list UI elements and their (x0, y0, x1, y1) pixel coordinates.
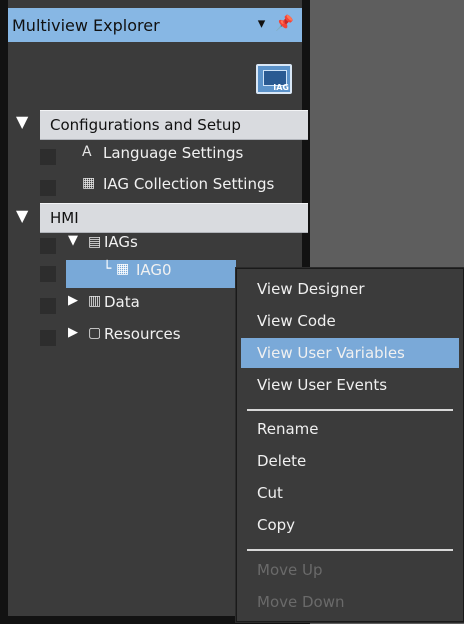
titlebar-controls: ▾ 📌 (258, 14, 294, 32)
app-frame: Multiview Explorer ▾ 📌 IAG ▼ Configurati… (0, 0, 464, 624)
expand-triangle-icon[interactable]: ▶ (68, 325, 78, 340)
iag-icon: ▦ (116, 261, 130, 277)
menu-separator (247, 549, 453, 551)
section-hmi[interactable]: HMI (40, 203, 308, 233)
chevron-down-icon[interactable]: ▾ (258, 14, 266, 32)
toolbar-icon-label: IAG (273, 83, 289, 92)
menu-item-move-down[interactable]: Move Down (257, 593, 345, 611)
tree-checkbox[interactable] (40, 266, 56, 282)
panel-title: Multiview Explorer (12, 16, 160, 35)
panel-border-left (0, 0, 8, 624)
pin-icon[interactable]: 📌 (275, 14, 294, 32)
menu-item-view-user-events[interactable]: View User Events (257, 376, 387, 394)
resources-icon: ▢ (88, 325, 102, 341)
menu-separator (247, 409, 453, 411)
menu-item-delete[interactable]: Delete (257, 452, 306, 470)
tree-item-data[interactable]: Data (104, 293, 140, 311)
tree-item-language-settings[interactable]: Language Settings (103, 144, 243, 162)
menu-item-move-up[interactable]: Move Up (257, 561, 323, 579)
menu-item-cut[interactable]: Cut (257, 484, 283, 502)
menu-item-view-user-variables[interactable]: View User Variables (257, 344, 405, 362)
menu-item-view-code[interactable]: View Code (257, 312, 336, 330)
section-label: Configurations and Setup (50, 116, 241, 134)
collection-icon: ▦ (82, 175, 96, 191)
tree-checkbox[interactable] (40, 298, 56, 314)
tree-item-iag-collection-settings[interactable]: IAG Collection Settings (103, 175, 274, 193)
context-menu: View Designer View Code View User Variab… (236, 268, 464, 622)
panel-titlebar[interactable]: Multiview Explorer ▾ 📌 (8, 8, 302, 42)
tree-item-iag0[interactable]: IAG0 (136, 261, 172, 279)
expand-triangle-icon[interactable]: ▶ (68, 293, 78, 308)
tree-checkbox[interactable] (40, 238, 56, 254)
tree-branch-icon: └ (103, 261, 112, 277)
language-icon: A (82, 144, 92, 160)
expand-triangle-icon[interactable]: ▼ (16, 112, 28, 131)
data-icon: ▥ (88, 293, 102, 309)
iag-toolbar-icon[interactable]: IAG (256, 64, 292, 94)
menu-item-view-designer[interactable]: View Designer (257, 280, 365, 298)
tree-checkbox[interactable] (40, 180, 56, 196)
expand-triangle-icon[interactable]: ▼ (68, 233, 78, 248)
folder-icon: ▤ (88, 234, 102, 250)
menu-item-rename[interactable]: Rename (257, 420, 319, 438)
section-label: HMI (50, 209, 79, 227)
expand-triangle-icon[interactable]: ▼ (16, 206, 28, 225)
tree-checkbox[interactable] (40, 149, 56, 165)
tree-item-resources[interactable]: Resources (104, 325, 181, 343)
tree-item-iags[interactable]: IAGs (104, 233, 138, 251)
section-configurations-and-setup[interactable]: Configurations and Setup (40, 110, 308, 140)
tree-checkbox[interactable] (40, 330, 56, 346)
menu-item-copy[interactable]: Copy (257, 516, 295, 534)
